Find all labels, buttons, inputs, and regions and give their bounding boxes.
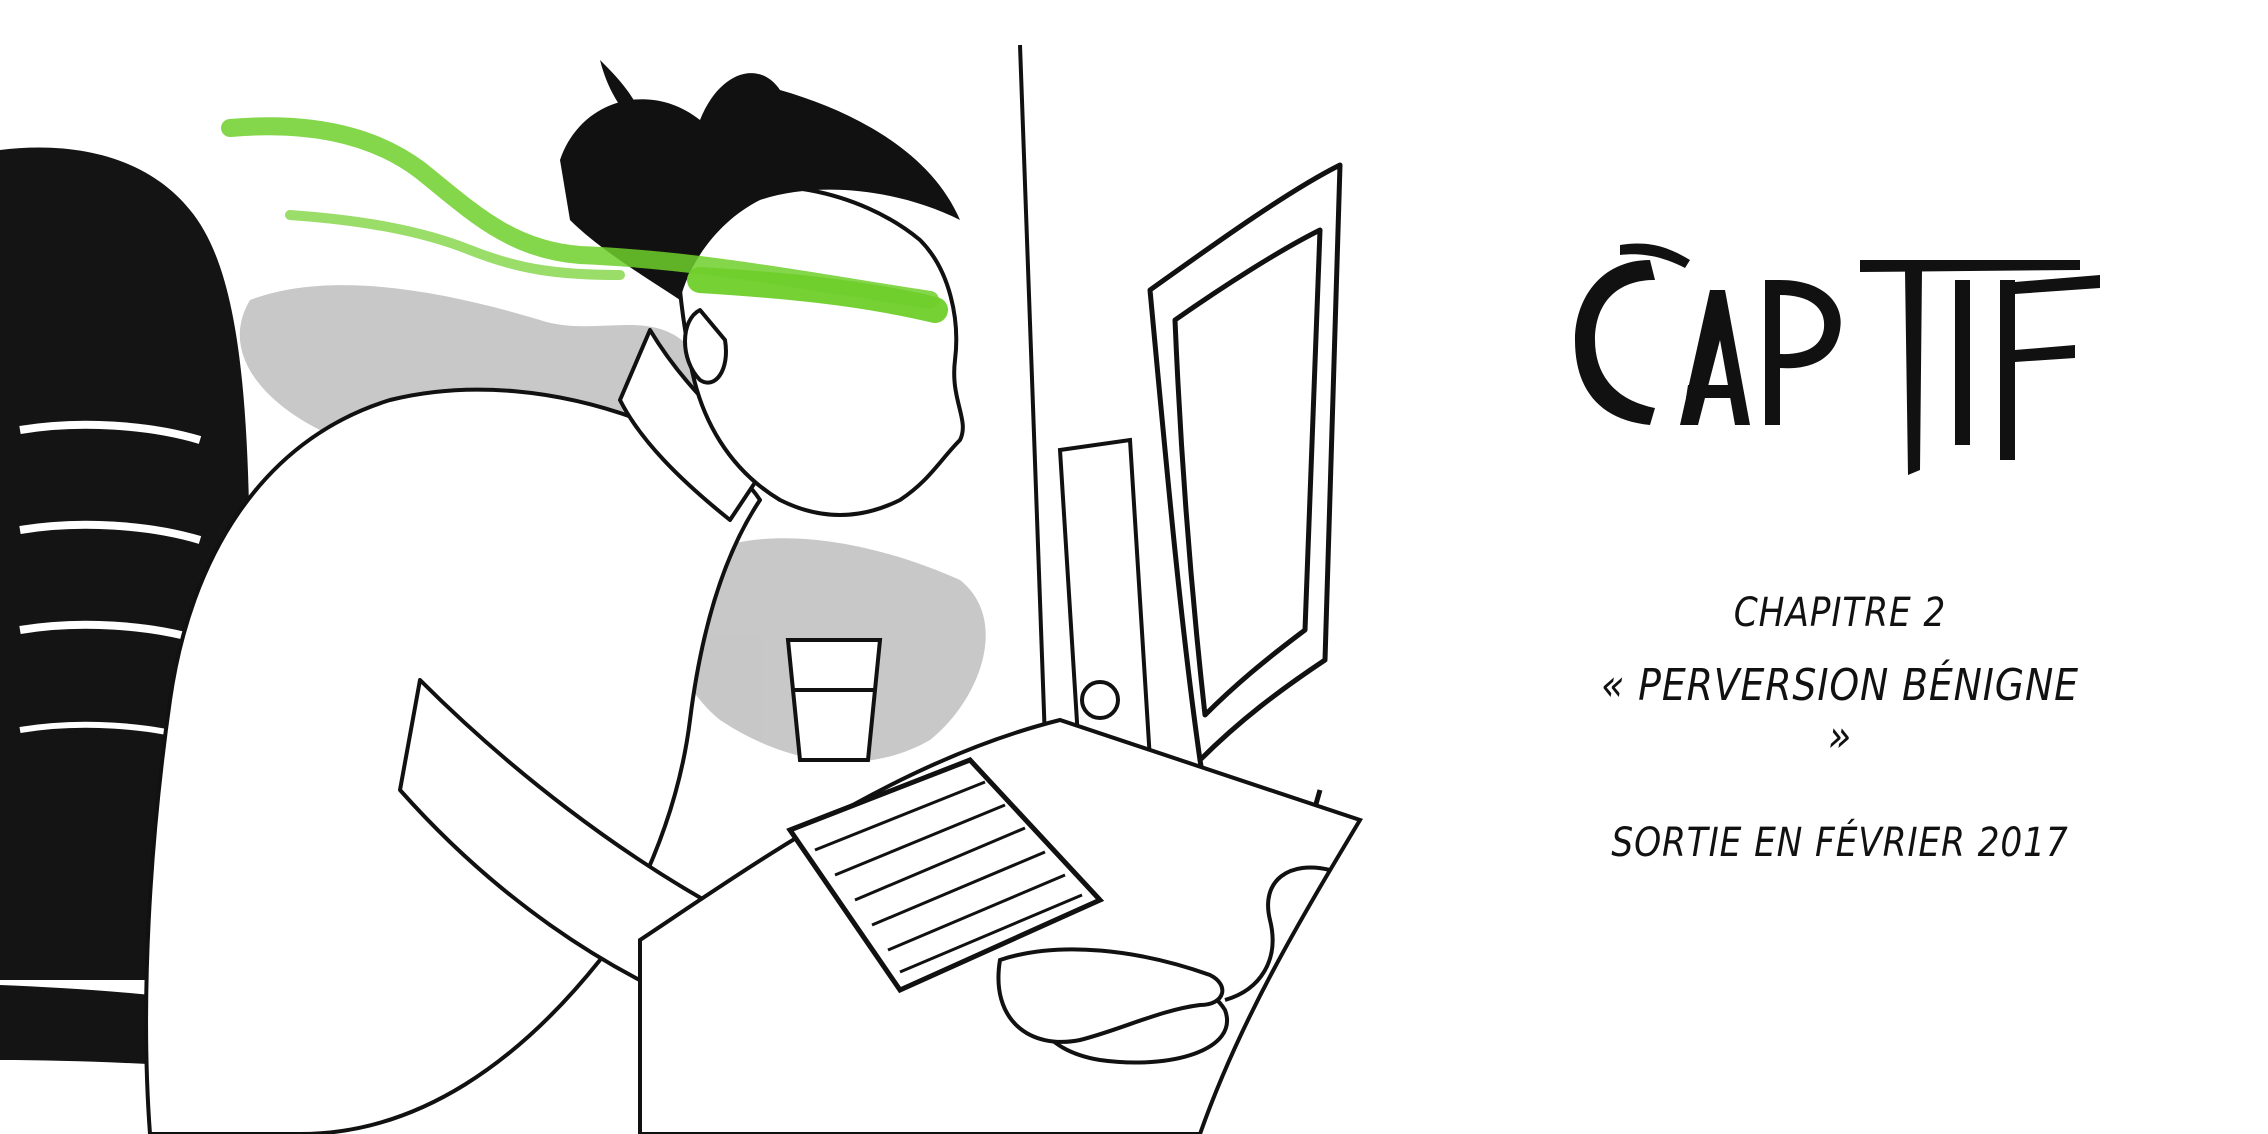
- poster: CHAPITRE 2 « PERVERSION BÉNIGNE » SORTIE…: [0, 0, 2268, 1134]
- title-panel: CHAPITRE 2 « PERVERSION BÉNIGNE » SORTIE…: [1560, 220, 2120, 940]
- captif-logo: [1575, 243, 2100, 475]
- speaker: [1057, 437, 1153, 773]
- computer-monitor: [1147, 162, 1343, 863]
- chapter-title: « PERVERSION BÉNIGNE »: [1601, 660, 2079, 762]
- water-glass: [785, 638, 883, 762]
- wall-corner-line: [1018, 44, 1047, 741]
- chapter-number: CHAPITRE 2: [1733, 590, 1947, 636]
- man-at-computer-illustration: [0, 44, 1363, 1134]
- release-date: SORTIE EN FÉVRIER 2017: [1611, 820, 2069, 866]
